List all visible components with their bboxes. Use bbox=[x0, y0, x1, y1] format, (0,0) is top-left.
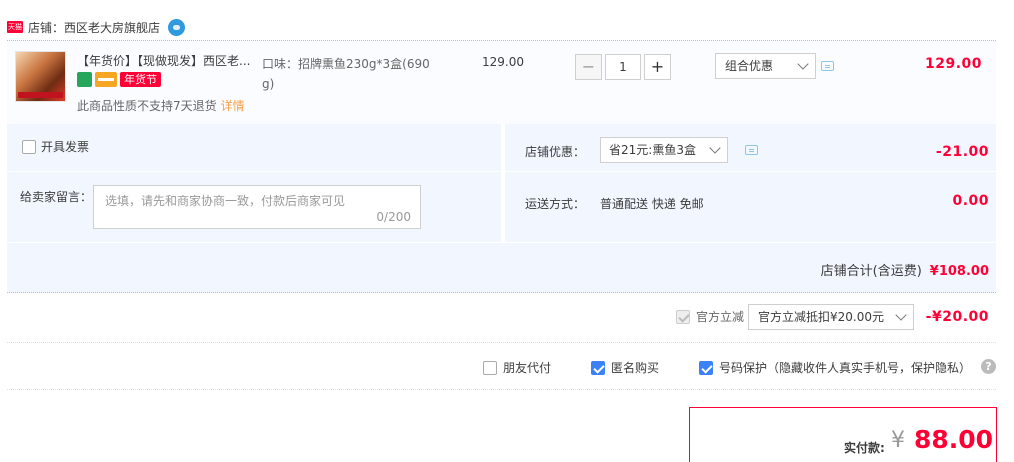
shop-discount-amount: -21.00 bbox=[935, 144, 989, 160]
discount-message-icon[interactable] bbox=[745, 145, 758, 155]
festival-badge: 年货节 bbox=[120, 72, 161, 87]
official-discount-label: 官方立减 bbox=[696, 310, 745, 324]
chevron-down-icon bbox=[797, 58, 809, 70]
chevron-down-icon bbox=[709, 142, 721, 154]
memo-char-count: 0/200 bbox=[376, 210, 411, 224]
product-title-link[interactable]: 【年货价】【现做现发】西区老... bbox=[77, 53, 259, 69]
number-protect-label: 号码保护（隐藏收件人真实手机号，保护隐私） bbox=[719, 361, 972, 375]
qty-decrease-button[interactable]: − bbox=[575, 54, 602, 80]
guarantee-icon bbox=[77, 72, 92, 87]
cart-item-row: 【年货价】【现做现发】西区老... 年货节 此商品性质不支持7天退货 详情 口味：… bbox=[7, 40, 996, 124]
chat-contact-icon[interactable] bbox=[168, 18, 186, 36]
shop-discount-label: 店铺优惠： bbox=[525, 145, 586, 159]
pay-amount: 88.00 bbox=[914, 425, 994, 454]
chevron-down-icon bbox=[895, 309, 907, 321]
shipping-amount: 0.00 bbox=[952, 193, 989, 209]
friend-pay-checkbox[interactable] bbox=[483, 360, 497, 375]
official-discount-value: 官方立减抵扣¥20.00元 bbox=[758, 310, 884, 324]
card-pay-icon bbox=[95, 72, 117, 87]
memo-label: 给卖家留言： bbox=[20, 190, 93, 204]
promo-select[interactable]: 组合优惠 bbox=[715, 53, 816, 79]
number-protect-option[interactable]: 号码保护（隐藏收件人真实手机号，保护隐私） bbox=[699, 359, 971, 376]
subtotal-label: 店铺合计(含运费) bbox=[820, 264, 922, 279]
subtotal-value: ¥108.00 bbox=[929, 264, 989, 279]
invoice-label: 开具发票 bbox=[41, 140, 90, 154]
invoice-checkbox[interactable] bbox=[22, 139, 36, 154]
shop-subtotal: 店铺合计(含运费) ¥108.00 bbox=[821, 260, 989, 279]
currency-symbol: ¥ bbox=[891, 428, 905, 453]
unit-price: 129.00 bbox=[482, 55, 524, 69]
privacy-options-row: 朋友代付 匿名购买 号码保护（隐藏收件人真实手机号，保护隐私） ? bbox=[7, 344, 996, 390]
item-amount: 129.00 bbox=[924, 56, 982, 72]
pay-label: 实付款: bbox=[844, 441, 885, 455]
friend-pay-option[interactable]: 朋友代付 bbox=[483, 359, 551, 376]
invoice-option[interactable]: 开具发票 bbox=[22, 138, 89, 155]
help-icon[interactable]: ? bbox=[981, 359, 996, 374]
promo-select-value: 组合优惠 bbox=[725, 59, 774, 73]
promo-message-icon[interactable] bbox=[821, 61, 834, 71]
memo-placeholder: 选填，请先和商家协商一致，付款后商家可见 bbox=[105, 194, 346, 208]
product-thumbnail[interactable] bbox=[15, 51, 66, 102]
order-options-panel: 开具发票 给卖家留言： 选填，请先和商家协商一致，付款后商家可见 0/200 店… bbox=[7, 124, 996, 293]
official-discount-select[interactable]: 官方立减抵扣¥20.00元 bbox=[748, 304, 914, 330]
official-discount-option: 官方立减 bbox=[676, 308, 744, 325]
qty-increase-button[interactable]: + bbox=[644, 54, 671, 80]
spec-line-1: 口味：招牌熏鱼230g*3盒(690 bbox=[262, 57, 430, 71]
anonymous-label: 匿名购买 bbox=[611, 361, 660, 375]
shop-discount-value: 省21元:熏鱼3盒 bbox=[609, 143, 696, 157]
official-discount-amount: -¥20.00 bbox=[925, 309, 989, 325]
payment-summary: 实付款: ¥ 88.00 bbox=[689, 407, 997, 462]
quantity-stepper: − 1 + bbox=[575, 54, 671, 80]
memo-textarea[interactable]: 选填，请先和商家协商一致，付款后商家可见 0/200 bbox=[93, 185, 421, 229]
shipping-label: 运送方式： bbox=[525, 197, 586, 211]
official-discount-checkbox bbox=[676, 309, 690, 324]
spec-line-2: g) bbox=[262, 77, 275, 91]
shop-header: 天猫 店铺： 西区老大房旗舰店 bbox=[7, 14, 1007, 40]
anonymous-checkbox[interactable] bbox=[591, 360, 605, 375]
tmall-logo: 天猫 bbox=[7, 21, 23, 33]
anonymous-option[interactable]: 匿名购买 bbox=[591, 359, 659, 376]
official-discount-row: 官方立减 官方立减抵扣¥20.00元 -¥20.00 bbox=[7, 293, 996, 343]
shop-summary: 店铺优惠： 省21元:熏鱼3盒 -21.00 运送方式： 普通配送 快递 免邮 … bbox=[505, 124, 996, 242]
return-note-text: 此商品性质不支持7天退货 bbox=[77, 99, 217, 113]
friend-pay-label: 朋友代付 bbox=[503, 361, 552, 375]
shop-discount-select[interactable]: 省21元:熏鱼3盒 bbox=[600, 137, 728, 163]
qty-input[interactable]: 1 bbox=[605, 54, 641, 80]
number-protect-checkbox[interactable] bbox=[699, 360, 713, 375]
detail-link[interactable]: 详情 bbox=[221, 99, 245, 113]
shop-name-link[interactable]: 西区老大房旗舰店 bbox=[64, 19, 160, 36]
return-note: 此商品性质不支持7天退货 详情 bbox=[77, 97, 245, 114]
product-spec: 口味：招牌熏鱼230g*3盒(690 g) bbox=[262, 54, 442, 94]
product-badges: 年货节 bbox=[77, 72, 161, 87]
shipping-value: 普通配送 快递 免邮 bbox=[600, 197, 704, 211]
shop-label: 店铺： bbox=[28, 20, 65, 35]
